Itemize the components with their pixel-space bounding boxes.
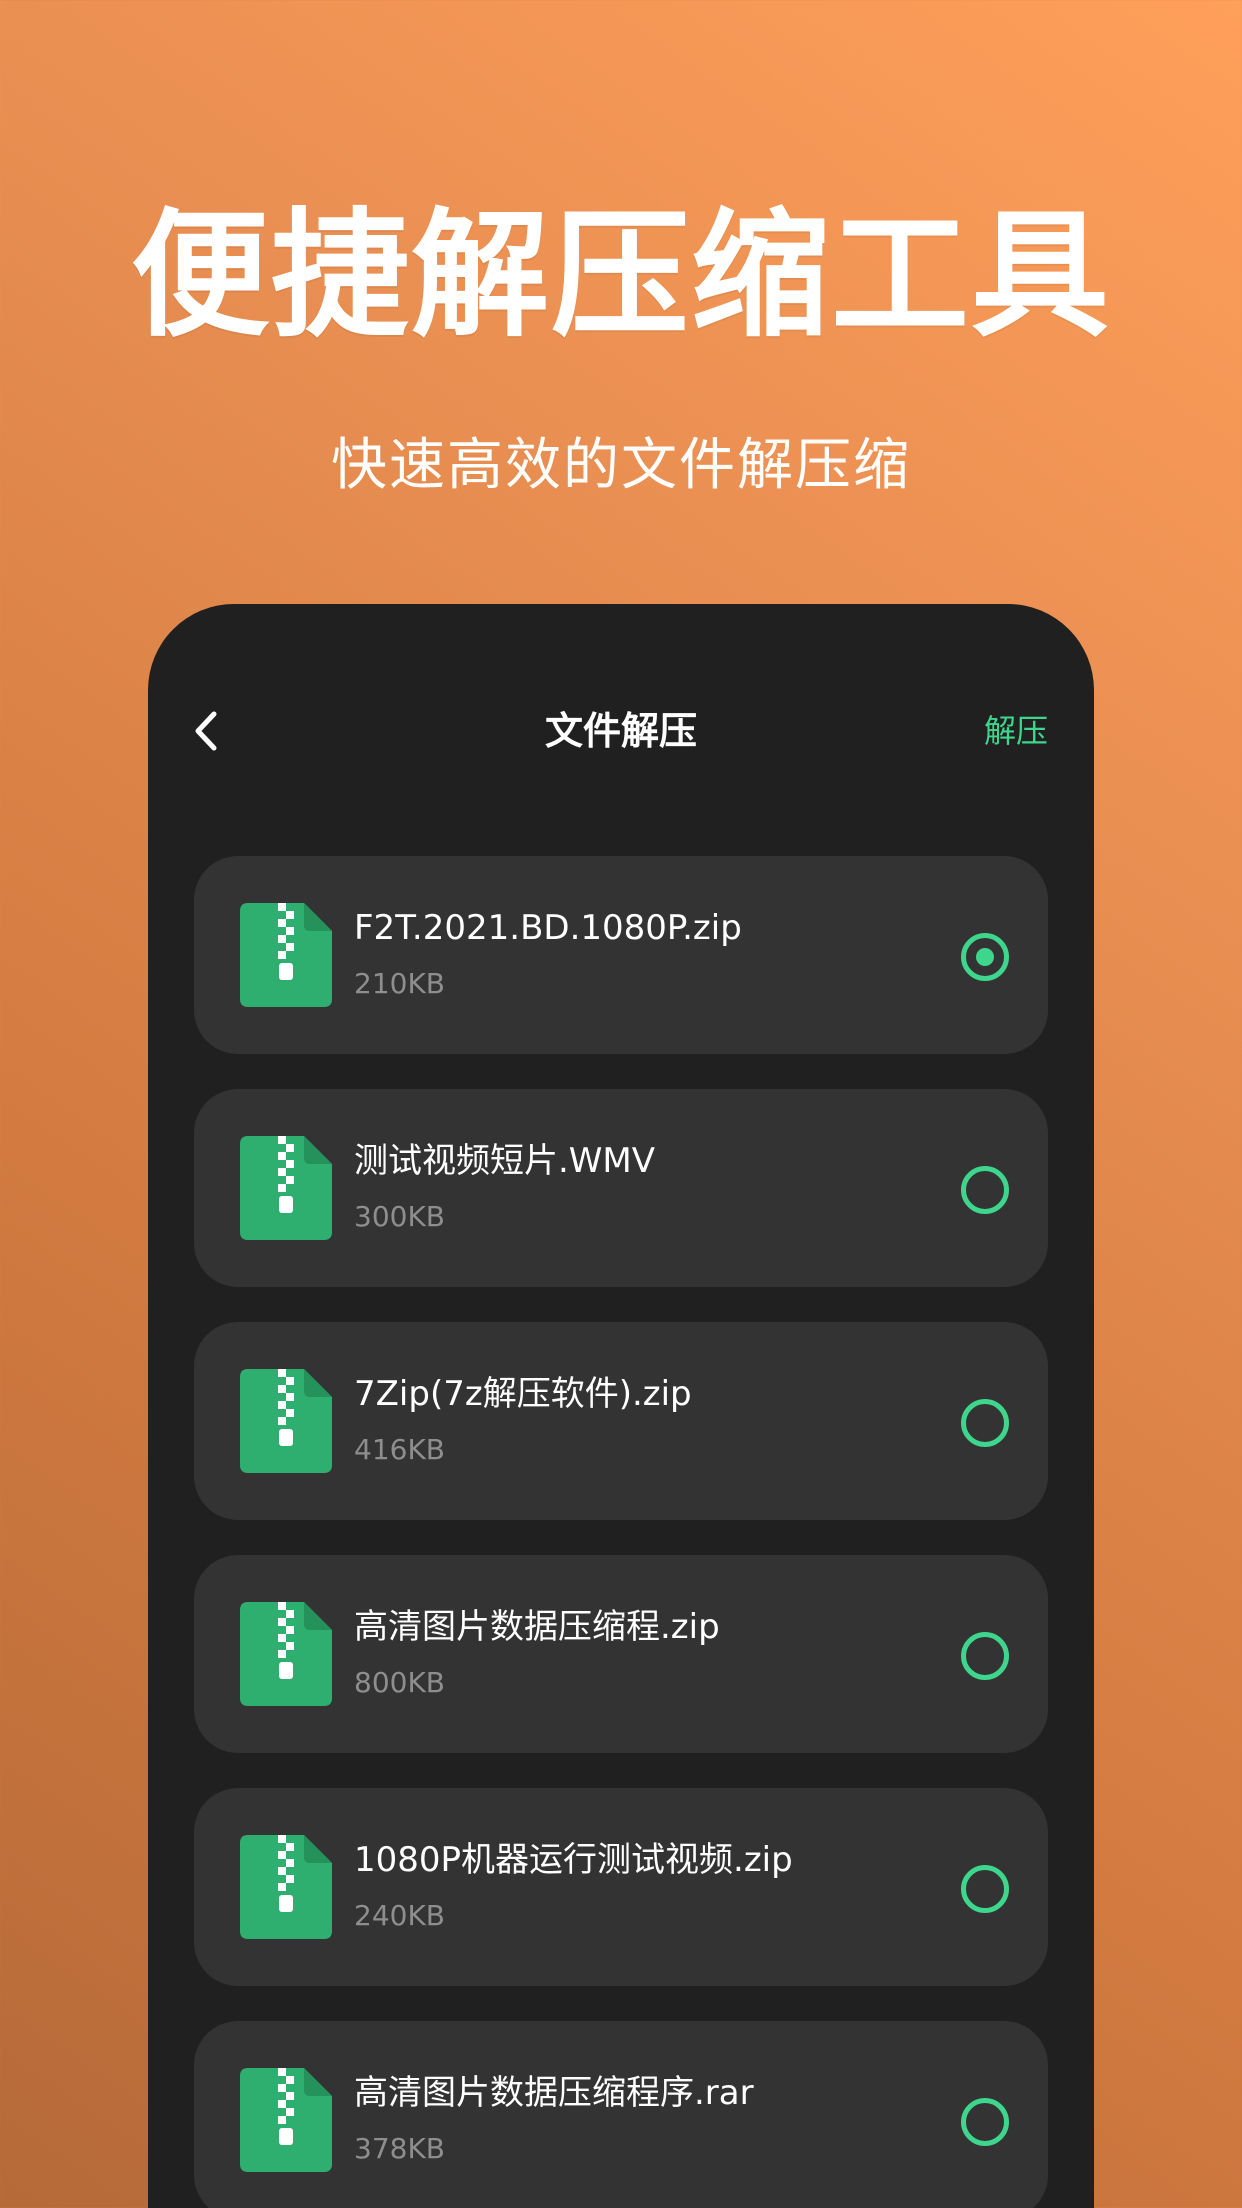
promo-headline: 便捷解压缩工具	[130, 193, 1111, 356]
zip-file-icon	[240, 1136, 332, 1240]
file-size: 240KB	[354, 1899, 446, 1932]
zip-file-icon	[240, 903, 332, 1007]
file-name: 高清图片数据压缩程.zip	[354, 1607, 720, 1647]
file-item[interactable]: F2T.2021.BD.1080P.zip 210KB	[194, 856, 1048, 1054]
nav-bar: 文件解压 解压	[148, 604, 1094, 854]
file-size: 300KB	[354, 1200, 446, 1233]
radio-selected-dot	[976, 948, 994, 966]
promo-subheadline: 快速高效的文件解压缩	[331, 433, 911, 498]
file-list: F2T.2021.BD.1080P.zip 210KB 测试视频短片.WMV 3…	[194, 856, 1048, 2208]
file-item[interactable]: 1080P机器运行测试视频.zip 240KB	[194, 1788, 1048, 1986]
file-name: 测试视频短片.WMV	[354, 1141, 656, 1181]
file-name: F2T.2021.BD.1080P.zip	[354, 908, 742, 948]
select-radio[interactable]	[961, 1399, 1009, 1447]
select-radio[interactable]	[961, 933, 1009, 981]
file-size: 800KB	[354, 1666, 446, 1699]
file-name: 高清图片数据压缩程序.rar	[354, 2073, 754, 2113]
file-item[interactable]: 高清图片数据压缩程序.rar 378KB	[194, 2021, 1048, 2208]
zip-file-icon	[240, 1602, 332, 1706]
file-size: 378KB	[354, 2132, 446, 2165]
page-title: 文件解压	[544, 709, 697, 753]
phone-screen: 文件解压 解压 F2T.2021.BD.1080P.zip 210KB 测试视频…	[148, 604, 1094, 2208]
file-name: 1080P机器运行测试视频.zip	[354, 1840, 793, 1880]
select-radio[interactable]	[961, 1865, 1009, 1913]
extract-button[interactable]: 解压	[984, 704, 1048, 758]
file-item[interactable]: 7Zip(7z解压软件).zip 416KB	[194, 1322, 1048, 1520]
zip-file-icon	[240, 2068, 332, 2172]
select-radio[interactable]	[961, 1166, 1009, 1214]
file-name: 7Zip(7z解压软件).zip	[354, 1374, 692, 1414]
file-size: 416KB	[354, 1433, 446, 1466]
file-item[interactable]: 高清图片数据压缩程.zip 800KB	[194, 1555, 1048, 1753]
file-size: 210KB	[354, 967, 446, 1000]
select-radio[interactable]	[961, 2098, 1009, 2146]
file-item[interactable]: 测试视频短片.WMV 300KB	[194, 1089, 1048, 1287]
zip-file-icon	[240, 1835, 332, 1939]
select-radio[interactable]	[961, 1632, 1009, 1680]
zip-file-icon	[240, 1369, 332, 1473]
